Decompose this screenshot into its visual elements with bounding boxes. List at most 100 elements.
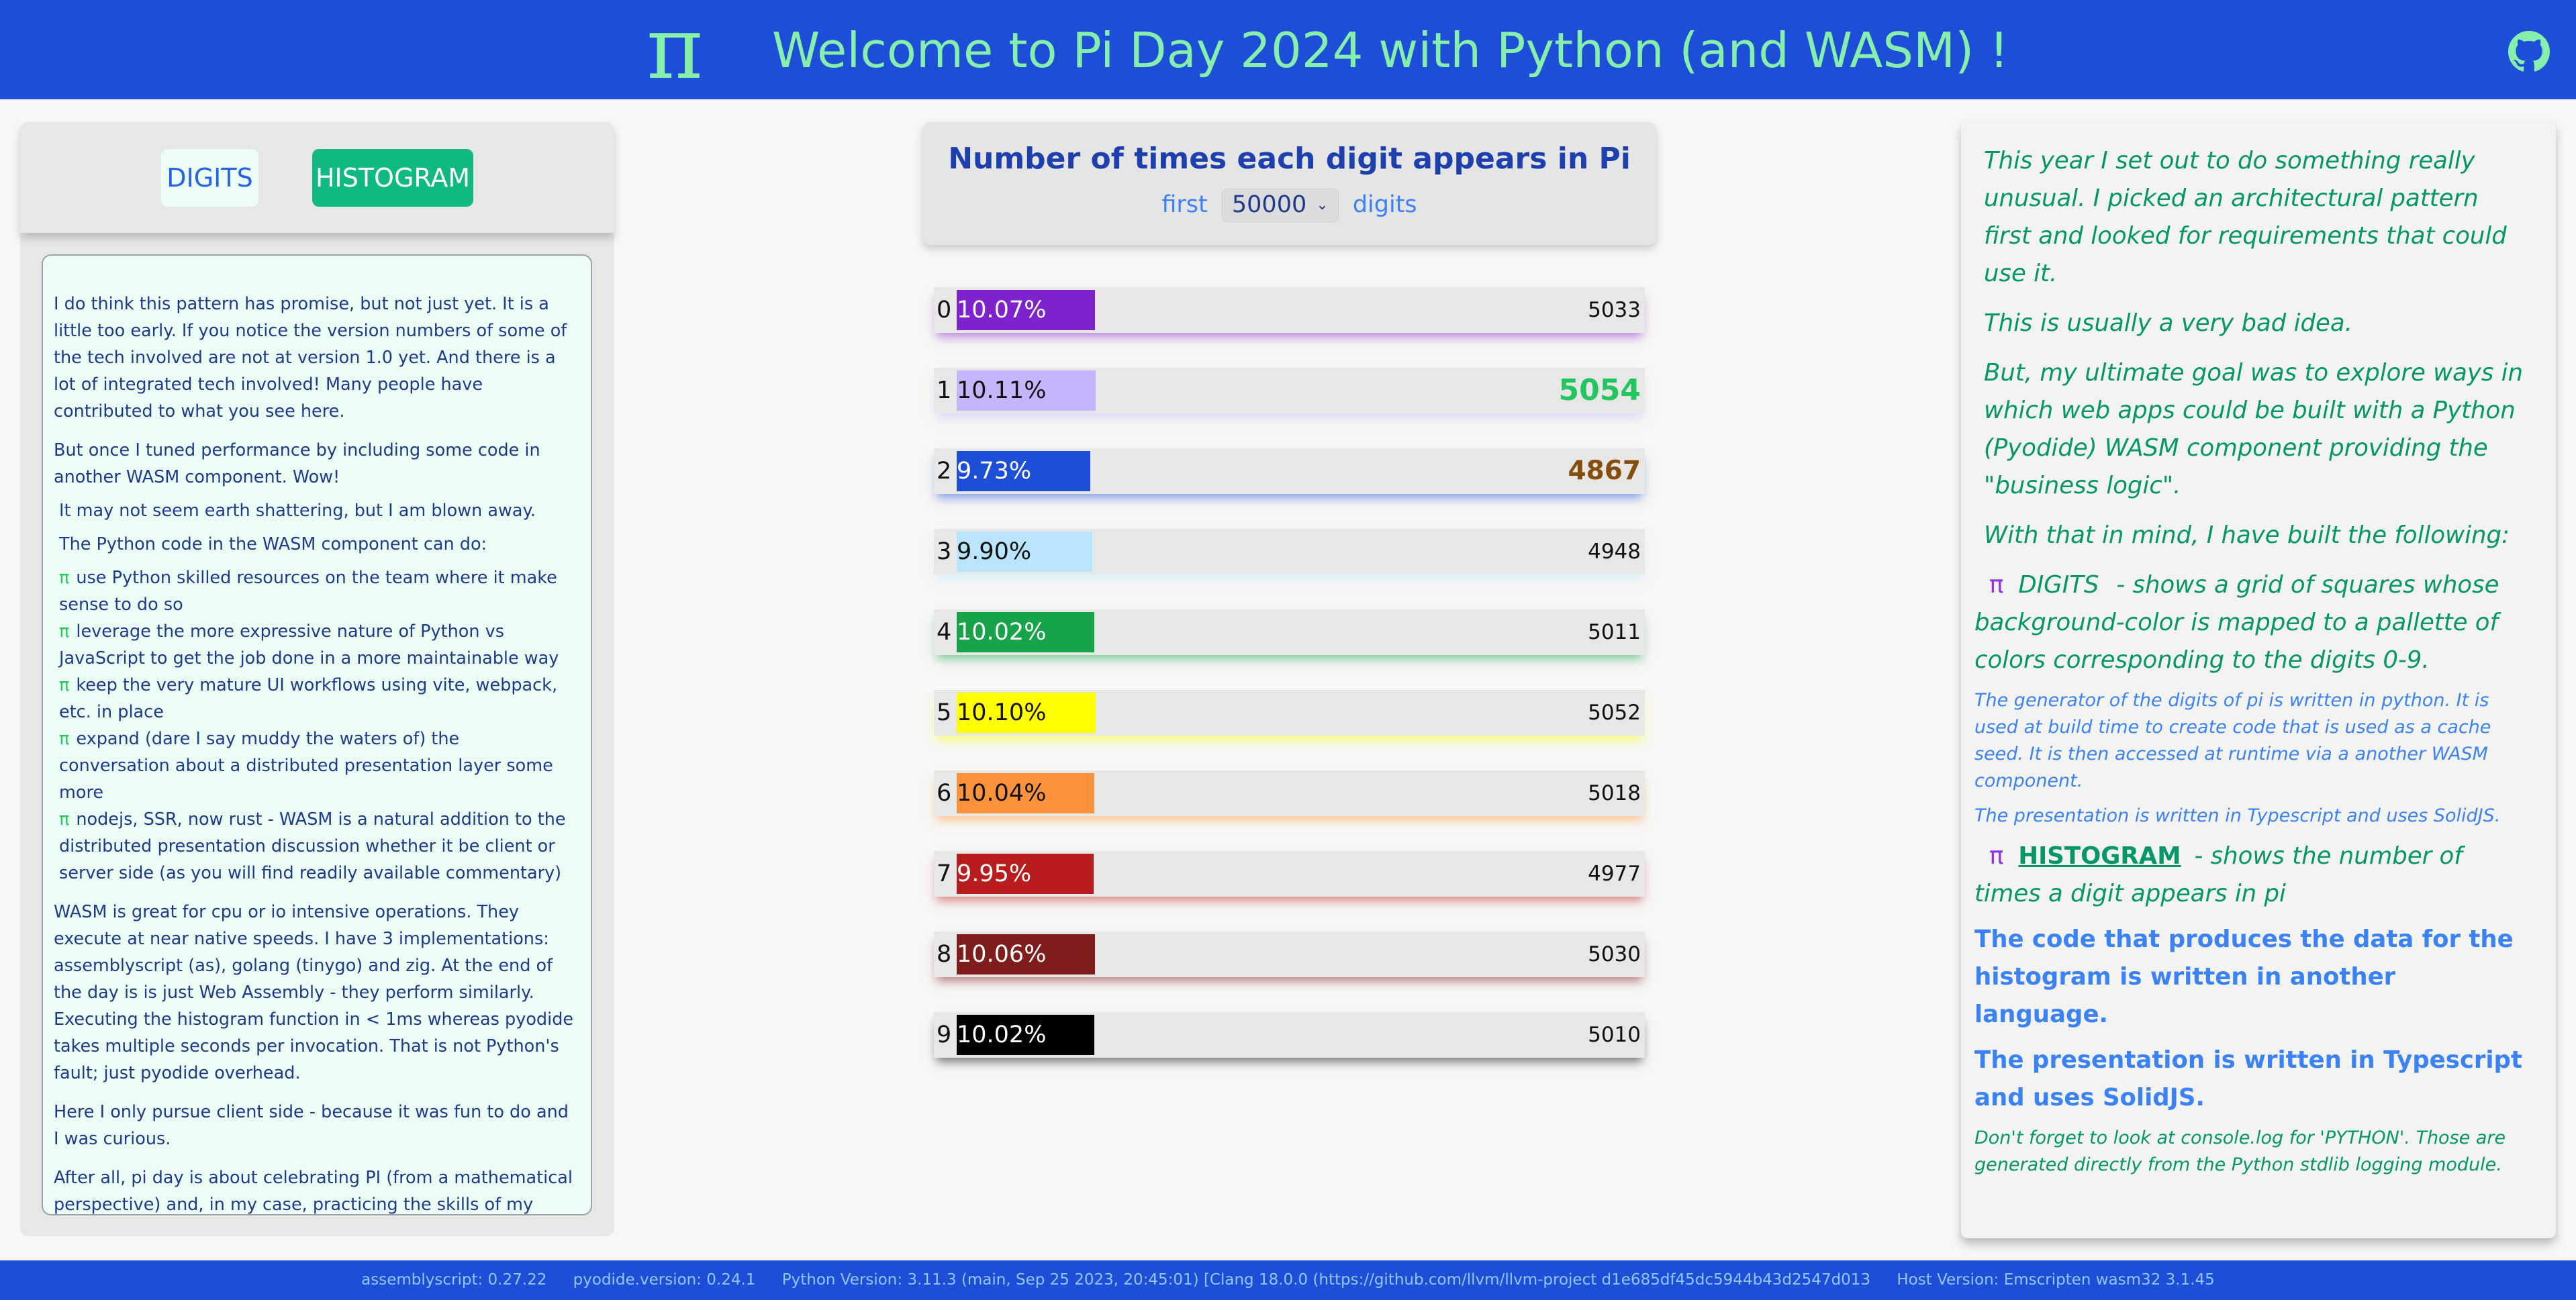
assemblyscript-version: assemblyscript: 0.27.22 <box>361 1271 547 1289</box>
pi-bullet-icon: π <box>1989 571 2004 599</box>
bar-fill: 9.90% <box>957 532 1092 572</box>
digits-note: The presentation is written in Typescrip… <box>1974 805 2501 826</box>
host-version: Host Version: Emscripten wasm32 3.1.45 <box>1897 1271 2215 1289</box>
list-item-text: use Python skilled resources on the team… <box>59 568 557 615</box>
python-version: Python Version: 3.11.3 (main, Sep 25 202… <box>781 1271 1871 1289</box>
digits-note: The generator of the digits of pi is wri… <box>1974 690 2491 791</box>
histogram-bar-row: 5 10.10% 5052 <box>934 690 1645 736</box>
list-item: π use Python skilled resources on the tea… <box>59 564 575 618</box>
histogram-bar-row: 3 9.90% 4948 <box>934 529 1645 574</box>
bar-digit-label: 8 <box>937 941 952 968</box>
list-item: π leverage the more expressive nature of … <box>59 618 575 672</box>
bar-percent-label: 10.02% <box>957 1021 1047 1048</box>
list-item: π expand (dare I say muddy the waters of)… <box>59 726 575 806</box>
left-paragraph: Here I only pursue client side - because… <box>54 1102 569 1149</box>
bar-fill: 10.04% <box>957 773 1094 813</box>
list-item-text: nodejs, SSR, now rust - WASM is a natura… <box>59 809 566 883</box>
bar-digit-label: 6 <box>937 780 952 807</box>
histogram-bar-row: 9 10.02% 5010 <box>934 1012 1645 1058</box>
left-bullet-list: π use Python skilled resources on the tea… <box>54 564 575 887</box>
histogram-feature: π HISTOGRAM - shows the number of times a … <box>1974 838 2529 913</box>
left-paragraph: The Python code in the WASM component ca… <box>59 534 487 554</box>
pi-bullet-icon: π <box>59 809 70 830</box>
chart-title: Number of times each digit appears in Pi <box>948 142 1631 176</box>
bar-count-label: 5052 <box>1588 701 1641 725</box>
histogram-bar-row: 6 10.04% 5018 <box>934 770 1645 816</box>
bar-fill: 10.07% <box>957 290 1095 330</box>
chart-subtitle: first 50000 ⌄ digits <box>922 187 1656 222</box>
tab-bar: DIGITS HISTOGRAM <box>20 122 614 233</box>
digits-count-select[interactable]: 50000 ⌄ <box>1221 189 1339 222</box>
histogram-link[interactable]: HISTOGRAM <box>2018 842 2181 870</box>
bar-percent-label: 9.90% <box>957 538 1032 565</box>
bar-fill: 10.02% <box>957 1015 1094 1055</box>
bar-fill: 10.02% <box>957 612 1094 652</box>
digits-feature: π DIGITS - shows a grid of squares whose b… <box>1974 566 2529 679</box>
histogram-bar-row: 2 9.73% 4867 <box>934 448 1645 494</box>
chevron-down-icon: ⌄ <box>1316 197 1329 213</box>
version-footer: assemblyscript: 0.27.22 pyodide.version:… <box>0 1260 2576 1300</box>
pi-bullet-icon: π <box>59 568 70 588</box>
left-paragraph: I do think this pattern has promise, but… <box>54 294 567 421</box>
bar-count-label: 5018 <box>1588 781 1641 805</box>
bar-count-label: 5010 <box>1588 1023 1641 1047</box>
histogram-bar-row: 4 10.02% 5011 <box>934 609 1645 655</box>
list-item-text: expand (dare I say muddy the waters of) … <box>59 729 553 803</box>
bar-percent-label: 10.06% <box>957 941 1047 968</box>
bar-percent-label: 10.07% <box>957 297 1047 323</box>
bar-digit-label: 1 <box>937 377 952 404</box>
pi-bullet-icon: π <box>1989 842 2004 870</box>
app-header: π Welcome to Pi Day 2024 with Python (an… <box>0 0 2576 99</box>
bar-fill: 9.95% <box>957 854 1094 894</box>
right-paragraph: But, my ultimate goal was to explore way… <box>1984 359 2524 499</box>
bar-percent-label: 10.02% <box>957 619 1047 646</box>
bar-percent-label: 10.04% <box>957 780 1047 807</box>
left-text-box: I do think this pattern has promise, but… <box>42 254 592 1215</box>
bar-digit-label: 3 <box>937 538 952 565</box>
pi-logo: π <box>646 0 704 99</box>
digits-count-value: 50000 <box>1231 191 1307 218</box>
tab-histogram[interactable]: HISTOGRAM <box>312 149 473 207</box>
bar-count-label: 5011 <box>1588 620 1641 644</box>
bar-digit-label: 0 <box>937 297 952 323</box>
right-paragraph: With that in mind, I have built the foll… <box>1984 521 2510 549</box>
console-note: Don't forget to look at console.log for … <box>1974 1128 2506 1175</box>
bar-digit-label: 7 <box>937 860 952 887</box>
bar-count-label: 4948 <box>1588 540 1641 564</box>
bar-count-label: 5033 <box>1588 298 1641 322</box>
left-panel: DIGITS HISTOGRAM I do think this pattern… <box>20 122 614 1236</box>
histogram-bar-row: 1 10.11% 5054 <box>934 368 1645 413</box>
histogram-note: The code that produces the data for the … <box>1974 926 2514 1028</box>
list-item-text: keep the very mature UI workflows using … <box>59 675 558 722</box>
bar-fill: 10.11% <box>957 370 1096 411</box>
bar-fill: 10.10% <box>957 693 1096 733</box>
tab-digits[interactable]: DIGITS <box>161 149 258 207</box>
bar-fill: 9.73% <box>957 451 1090 491</box>
bar-count-label: 5030 <box>1588 942 1641 966</box>
github-icon[interactable] <box>2508 31 2550 72</box>
list-item: π keep the very mature UI workflows using… <box>59 672 575 726</box>
list-item: π nodejs, SSR, now rust - WASM is a natur… <box>59 806 575 887</box>
digits-feature-name: DIGITS <box>2018 571 2099 599</box>
list-item-text: leverage the more expressive nature of P… <box>59 621 559 668</box>
bar-digit-label: 5 <box>937 699 952 726</box>
chart-header: Number of times each digit appears in Pi… <box>922 122 1656 245</box>
pyodide-version: pyodide.version: 0.24.1 <box>573 1271 756 1289</box>
pi-bullet-icon: π <box>59 729 70 749</box>
digits-suffix: digits <box>1352 191 1417 218</box>
bar-digit-label: 4 <box>937 619 952 646</box>
bar-count-label: 4977 <box>1588 862 1641 886</box>
right-panel: This year I set out to do something real… <box>1961 122 2556 1238</box>
bar-fill: 10.06% <box>957 934 1095 974</box>
left-paragraph: But once I tuned performance by includin… <box>54 440 540 487</box>
bar-percent-label: 10.11% <box>957 377 1047 404</box>
histogram-note: The presentation is written in Typescrip… <box>1974 1046 2522 1111</box>
bar-digit-label: 2 <box>937 458 952 485</box>
histogram-bar-row: 7 9.95% 4977 <box>934 851 1645 897</box>
histogram-bar-row: 8 10.06% 5030 <box>934 932 1645 977</box>
pi-bullet-icon: π <box>59 675 70 695</box>
bar-count-label: 4867 <box>1568 456 1641 486</box>
bar-percent-label: 9.73% <box>957 458 1032 485</box>
left-paragraph: It may not seem earth shattering, but I … <box>59 501 536 521</box>
page-title: Welcome to Pi Day 2024 with Python (and … <box>772 22 2009 79</box>
